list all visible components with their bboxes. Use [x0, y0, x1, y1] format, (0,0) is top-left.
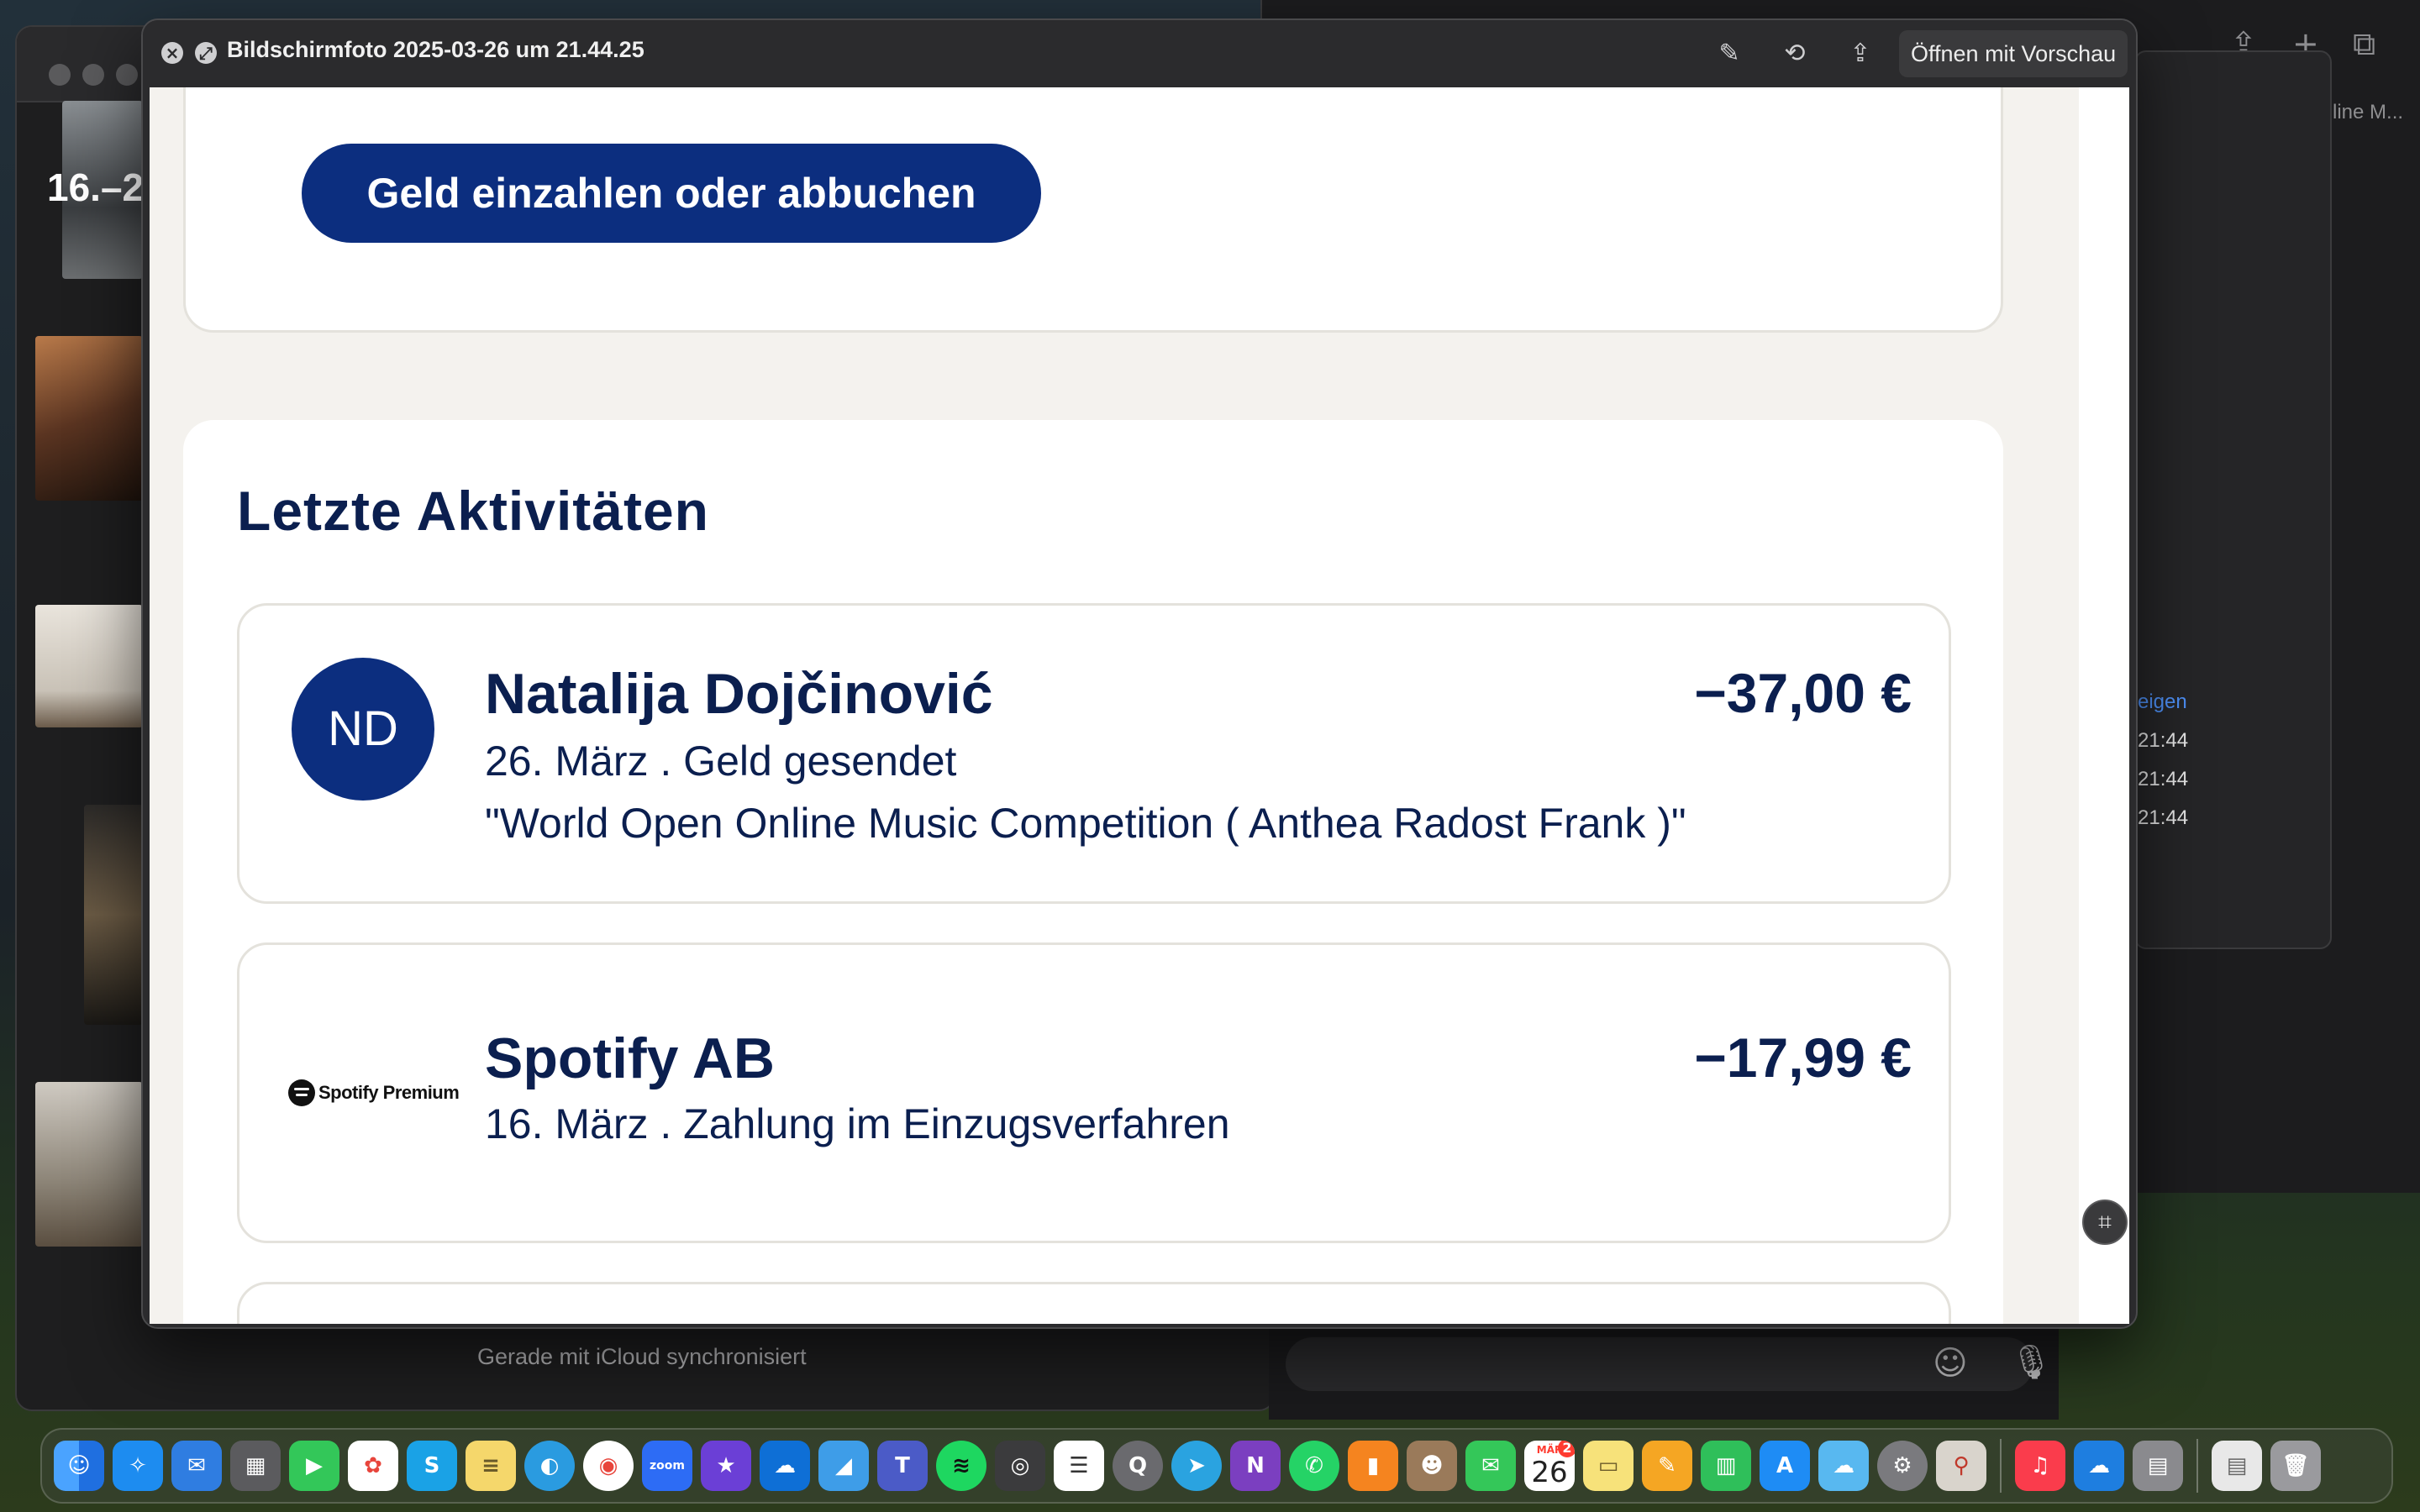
- activity-meta: 16. März . Zahlung im Einzugsverfahren: [485, 1100, 1230, 1147]
- recent-activities-card: Letzte Aktivitäten ND Natalija Dojčinovi…: [183, 420, 2003, 1324]
- pages-icon[interactable]: ◢: [818, 1441, 869, 1491]
- photos-icon[interactable]: ✿: [348, 1441, 398, 1491]
- calendar-badge: 2: [1558, 1441, 1575, 1457]
- open-with-preview-button[interactable]: Öffnen mit Vorschau: [1899, 30, 2128, 77]
- background-tab-title: line M...: [2333, 101, 2404, 123]
- spotify-icon: [288, 1079, 315, 1106]
- activity-name: Spotify AB: [485, 1026, 776, 1090]
- close-icon[interactable]: ×: [161, 42, 183, 64]
- reminders-icon[interactable]: ☰: [1054, 1441, 1104, 1491]
- numbers-icon[interactable]: ▥: [1701, 1441, 1751, 1491]
- zoom-icon[interactable]: zoom: [642, 1441, 692, 1491]
- quicklook-title: Bildschirmfoto 2025-03-26 um 21.44.25: [227, 37, 644, 62]
- show-more-link[interactable]: eigen: [2138, 690, 2187, 714]
- calendar-icon[interactable]: MÄR 26 2: [1524, 1441, 1575, 1491]
- mail-icon[interactable]: ✉: [171, 1441, 222, 1491]
- message-time: 21:44: [2138, 806, 2189, 829]
- chrome-icon[interactable]: ◉: [583, 1441, 634, 1491]
- quicktime-icon[interactable]: Q: [1113, 1441, 1163, 1491]
- activity-note: "World Open Online Music Competition ( A…: [485, 800, 1686, 847]
- books-icon[interactable]: ▮: [1348, 1441, 1398, 1491]
- icloud-drive-icon[interactable]: ☁: [2074, 1441, 2124, 1491]
- calculator-icon[interactable]: ▦: [230, 1441, 281, 1491]
- quicklook-titlebar: × ⤢ Bildschirmfoto 2025-03-26 um 21.44.2…: [143, 20, 2136, 87]
- photo-thumbnail[interactable]: [35, 1082, 143, 1247]
- spotify-logo: Spotify Premium: [288, 1078, 460, 1108]
- activity-item[interactable]: ND Natalija Dojčinović −37,00 € 26. März…: [237, 603, 1951, 904]
- teams-icon[interactable]: T: [877, 1441, 928, 1491]
- stickies-icon[interactable]: ▭: [1583, 1441, 1634, 1491]
- photo-thumbnail[interactable]: [35, 605, 143, 727]
- onenote-icon[interactable]: N: [1230, 1441, 1281, 1491]
- activity-amount: −17,99 €: [1694, 1026, 1912, 1089]
- preview-icon[interactable]: ⚲: [1936, 1441, 1986, 1491]
- photo-thumbnail[interactable]: [35, 336, 143, 501]
- screenshot-stack-icon[interactable]: ▤: [2133, 1441, 2183, 1491]
- app-store-icon[interactable]: A: [1760, 1441, 1810, 1491]
- activity-amount: −37,00 €: [1694, 662, 1912, 724]
- dock: ☺ ✧ ✉ ▦ ▶ ✿ S ≡ ◐ ◉ zoom ★ ☁ ◢ T ≋ ◎ ☰ Q…: [40, 1428, 2393, 1504]
- traffic-light-minimize[interactable]: [82, 64, 104, 86]
- deposit-card: g Geld einzahlen oder abbuchen: [183, 87, 2003, 333]
- globe-icon[interactable]: ◐: [524, 1441, 575, 1491]
- disk-utility-icon[interactable]: ◎: [995, 1441, 1045, 1491]
- section-title: Letzte Aktivitäten: [237, 480, 709, 542]
- imovie-icon[interactable]: ★: [701, 1441, 751, 1491]
- preview-margin: [2079, 87, 2129, 1324]
- traffic-light-close[interactable]: [49, 64, 71, 86]
- facetime-icon[interactable]: ▶: [289, 1441, 339, 1491]
- markup-icon[interactable]: ✎: [1712, 37, 1746, 71]
- spotify-logo-text: Spotify Premium: [318, 1082, 460, 1103]
- activity-item[interactable]: Spotify Premium Spotify AB −17,99 € 16. …: [237, 942, 1951, 1243]
- fullscreen-icon[interactable]: ⤢: [195, 42, 217, 64]
- emoji-icon[interactable]: ☺: [1933, 1344, 1968, 1383]
- avatar: ND: [292, 658, 434, 801]
- message-time: 21:44: [2138, 729, 2189, 752]
- pages-pen-icon[interactable]: ✎: [1642, 1441, 1692, 1491]
- activity-item[interactable]: [237, 1282, 1951, 1324]
- message-time: 21:44: [2138, 768, 2189, 790]
- skype-icon[interactable]: S: [407, 1441, 457, 1491]
- system-settings-icon[interactable]: ⚙: [1877, 1441, 1928, 1491]
- icloud-sync-status: Gerade mit iCloud synchronisiert: [477, 1344, 807, 1369]
- spotify-icon[interactable]: ≋: [936, 1441, 986, 1491]
- photo-thumbnail[interactable]: [84, 805, 143, 1025]
- music-icon[interactable]: ♫: [2015, 1441, 2065, 1491]
- activity-meta: 26. März . Geld gesendet: [485, 738, 957, 785]
- dock-separator: [2000, 1439, 2002, 1493]
- whatsapp-icon[interactable]: ✆: [1289, 1441, 1339, 1491]
- quicklook-window: × ⤢ Bildschirmfoto 2025-03-26 um 21.44.2…: [141, 18, 2138, 1329]
- dock-separator: [2196, 1439, 2198, 1493]
- traffic-light-zoom[interactable]: [116, 64, 138, 86]
- message-input[interactable]: [1286, 1337, 2033, 1391]
- calendar-day: 26: [1531, 1456, 1568, 1489]
- onedrive-icon[interactable]: ☁: [760, 1441, 810, 1491]
- messages-icon[interactable]: ✉: [1465, 1441, 1516, 1491]
- microphone-icon[interactable]: 🎙: [2010, 1342, 2053, 1382]
- photos-date-label: 16.–2: [47, 165, 145, 209]
- finder-icon[interactable]: ☺: [54, 1441, 104, 1491]
- rotate-icon[interactable]: ⟲: [1778, 37, 1812, 71]
- cloud-sync-icon[interactable]: ☁: [1818, 1441, 1869, 1491]
- documents-stack-icon[interactable]: ▤: [2212, 1441, 2262, 1491]
- notes-icon[interactable]: ≡: [466, 1441, 516, 1491]
- telegram-icon[interactable]: ➤: [1171, 1441, 1222, 1491]
- safari-icon[interactable]: ✧: [113, 1441, 163, 1491]
- contacts-icon[interactable]: ☻: [1407, 1441, 1457, 1491]
- screenshot-preview: g Geld einzahlen oder abbuchen Letzte Ak…: [150, 87, 2129, 1324]
- tab-overview-icon[interactable]: ⧉: [2353, 25, 2375, 63]
- deposit-withdraw-button[interactable]: Geld einzahlen oder abbuchen: [302, 144, 1041, 243]
- share-icon[interactable]: ⇪: [1844, 37, 1877, 71]
- trash-icon[interactable]: 🗑: [2270, 1441, 2321, 1491]
- live-text-icon[interactable]: ⌗: [2082, 1200, 2128, 1245]
- activity-name: Natalija Dojčinović: [485, 662, 993, 726]
